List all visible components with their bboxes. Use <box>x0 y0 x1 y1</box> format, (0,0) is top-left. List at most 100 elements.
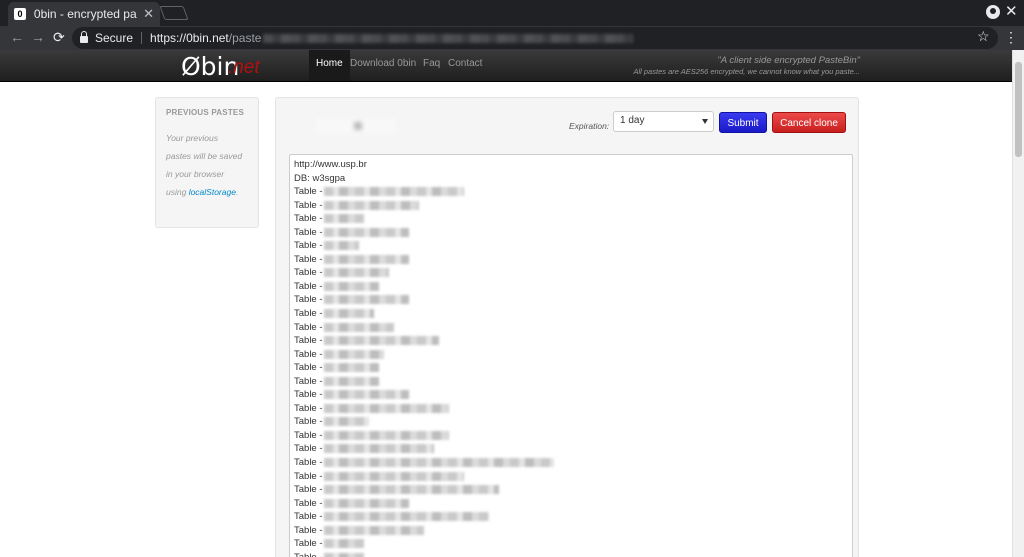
redacted-text <box>323 227 409 237</box>
new-tab-button[interactable] <box>159 6 189 20</box>
sidebar-line: Your previous <box>166 133 218 143</box>
url-path: /paste <box>228 31 262 45</box>
redacted-text <box>323 430 449 440</box>
table-row: Table - <box>294 429 848 443</box>
table-row: Table - <box>294 456 848 470</box>
cancel-clone-button[interactable]: Cancel clone <box>772 112 846 133</box>
site-tagline: "A client side encrypted PasteBin" All p… <box>633 55 860 76</box>
previous-pastes-panel: PREVIOUS PASTES Your previous pastes wil… <box>155 97 259 228</box>
expiration-value: 1 day <box>620 115 645 126</box>
table-prefix: Table - <box>294 443 323 455</box>
sidebar-line: pastes will be saved <box>166 151 243 161</box>
redacted-text <box>323 458 554 468</box>
table-row: Table - <box>294 415 848 429</box>
bookmark-star-icon[interactable]: ☆ <box>977 28 990 45</box>
expiration-select[interactable]: 1 day <box>613 111 714 132</box>
table-prefix: Table - <box>294 375 323 387</box>
brand-tld[interactable]: .net <box>228 57 260 79</box>
page-scrollbar[interactable] <box>1012 50 1024 557</box>
reload-icon[interactable]: ⟳ <box>53 29 65 46</box>
table-prefix: Table - <box>294 321 323 333</box>
table-prefix: Table - <box>294 267 323 279</box>
sidebar-line: using <box>166 187 189 197</box>
tab-title: 0bin - encrypted pas <box>33 7 138 21</box>
browser-tab[interactable]: 0 0bin - encrypted pas ✕ <box>8 2 160 26</box>
nav-download[interactable]: Download 0bin <box>350 50 416 81</box>
redacted-text <box>323 214 364 224</box>
redacted-text <box>323 417 369 427</box>
browser-toolbar: ← → ⟳ Secure https://0bin.net/paste ☆ ⋮ <box>0 26 1024 50</box>
redacted-text <box>323 254 409 264</box>
redacted-text <box>323 349 384 359</box>
table-prefix: Table - <box>294 497 323 509</box>
table-row: Table - <box>294 348 848 362</box>
nav-contact[interactable]: Contact <box>448 50 482 81</box>
table-row: Table - <box>294 185 848 199</box>
browser-tabstrip: 0 0bin - encrypted pas ✕ ✕ <box>0 0 1024 26</box>
lock-icon <box>80 30 88 43</box>
table-row: Table - <box>294 266 848 280</box>
site-navbar: Øbin .net Home Download 0bin Faq Contact… <box>0 50 1012 82</box>
redacted-text <box>323 309 374 318</box>
secure-label: Secure <box>95 31 134 45</box>
table-prefix: Table - <box>294 280 323 292</box>
redacted-text <box>323 187 464 197</box>
redacted-text <box>323 485 499 495</box>
url-redacted <box>263 33 634 43</box>
previous-pastes-text: Your previous pastes will be saved in yo… <box>166 129 248 201</box>
table-row: Table - <box>294 375 848 389</box>
tab-close-icon[interactable]: ✕ <box>143 6 154 22</box>
pin-icon <box>354 122 362 130</box>
table-row: Table - <box>294 307 848 321</box>
paste-line: DB: w3sgpa <box>294 172 346 184</box>
sidebar-period: . <box>235 187 239 197</box>
table-prefix: Table - <box>294 538 323 550</box>
paste-textarea[interactable]: http://www.usp.br DB: w3sgpa Table - Tabl… <box>289 154 853 557</box>
table-row: Table - <box>294 334 848 348</box>
table-prefix: Table - <box>294 308 323 320</box>
redacted-text <box>323 200 419 210</box>
back-arrow-icon[interactable]: ← <box>10 29 24 45</box>
table-prefix: Table - <box>294 240 323 252</box>
forward-arrow-icon[interactable]: → <box>31 29 45 45</box>
table-row: Table - <box>294 226 848 240</box>
paste-line: http://www.usp.br <box>294 159 367 170</box>
table-prefix: Table - <box>294 335 323 347</box>
redacted-text <box>323 268 389 278</box>
redacted-text <box>323 390 409 400</box>
redacted-text <box>323 471 464 481</box>
submit-button[interactable]: Submit <box>719 112 767 133</box>
profile-icon[interactable] <box>986 5 1000 19</box>
table-prefix: Table - <box>294 199 323 211</box>
redacted-text <box>323 322 394 332</box>
table-row: Table - <box>294 361 848 375</box>
table-row: Table - <box>294 253 848 267</box>
table-prefix: Table - <box>294 294 323 306</box>
table-row: Table - <box>294 497 848 511</box>
address-bar[interactable]: Secure https://0bin.net/paste <box>72 27 998 49</box>
table-prefix: Table - <box>294 348 323 360</box>
table-row: Table - <box>294 470 848 484</box>
table-prefix: Table - <box>294 389 323 401</box>
paste-form-panel: Expiration: 1 day Submit Cancel clone ht… <box>275 97 859 557</box>
select-arrow-icon <box>702 119 708 124</box>
window-close-icon[interactable]: ✕ <box>1005 2 1018 20</box>
table-row: Table - <box>294 212 848 226</box>
table-row: Table - <box>294 442 848 456</box>
nav-faq[interactable]: Faq <box>423 50 440 81</box>
menu-kebab-icon[interactable]: ⋮ <box>1004 29 1018 46</box>
scrollbar-thumb[interactable] <box>1015 62 1022 157</box>
table-prefix: Table - <box>294 524 323 536</box>
redacted-text <box>323 241 359 251</box>
localstorage-link[interactable]: localStorage <box>189 187 236 197</box>
omnibox-separator <box>141 32 143 44</box>
redacted-text <box>323 336 439 346</box>
table-prefix: Table - <box>294 253 323 265</box>
table-prefix: Table - <box>294 226 323 238</box>
table-prefix: Table - <box>294 429 323 441</box>
table-row: Table - <box>294 321 848 335</box>
nav-home[interactable]: Home <box>309 50 350 81</box>
redacted-text <box>323 403 449 413</box>
redacted-text <box>323 376 379 386</box>
table-row: Table - <box>294 199 848 213</box>
